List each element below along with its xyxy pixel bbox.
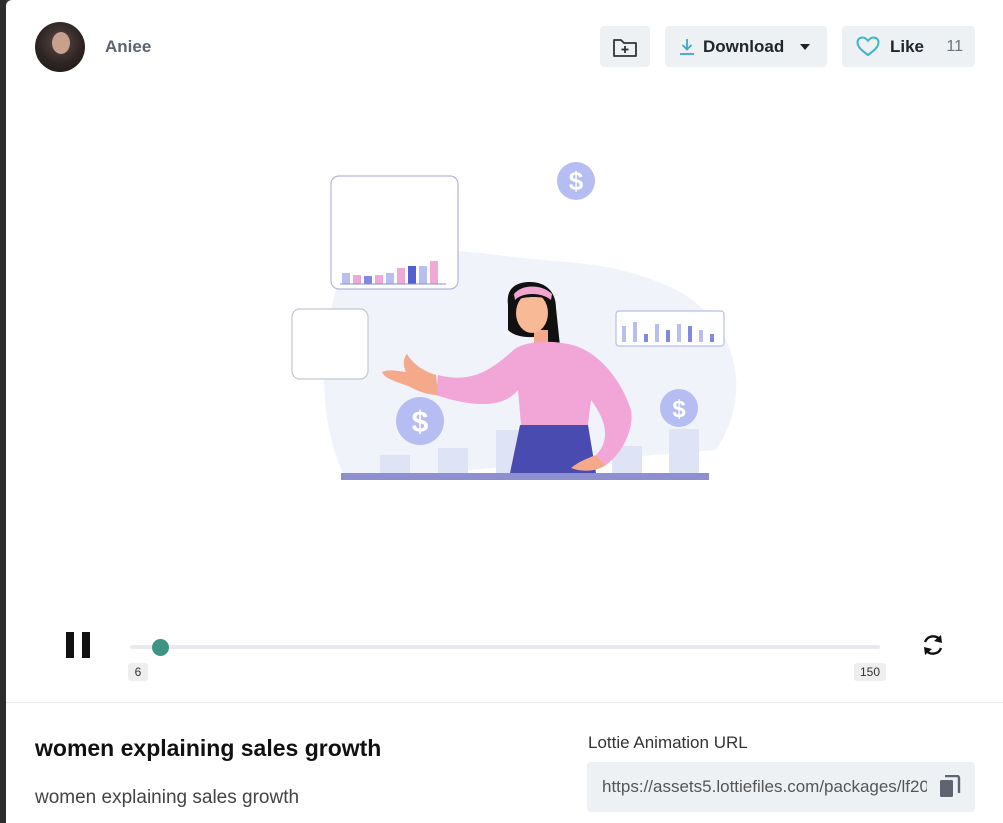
loop-icon[interactable]: [920, 632, 946, 658]
author-avatar[interactable]: [35, 22, 85, 72]
lottie-url-field[interactable]: https://assets5.lottiefiles.com/packages…: [587, 762, 975, 812]
animation-modal: Aniee Download Like 11 $ $ $ 6 150 women…: [6, 0, 1003, 823]
svg-text:$: $: [569, 166, 584, 196]
save-to-folder-button[interactable]: [600, 26, 650, 67]
like-label: Like: [890, 36, 925, 56]
lottie-url-value[interactable]: https://assets5.lottiefiles.com/packages…: [602, 777, 927, 797]
pause-button[interactable]: [66, 632, 90, 658]
chevron-down-icon[interactable]: [800, 43, 811, 50]
animation-title: women explaining sales growth: [35, 735, 382, 761]
copy-icon[interactable]: [939, 775, 961, 799]
download-button[interactable]: Download: [665, 26, 827, 67]
author-name[interactable]: Aniee: [105, 37, 151, 57]
svg-text:$: $: [672, 396, 686, 423]
seek-thumb[interactable]: [151, 639, 169, 656]
seek-track[interactable]: [130, 645, 880, 649]
total-frames-badge: 150: [854, 663, 886, 681]
animation-preview: $ $ $: [291, 162, 737, 480]
animation-description: women explaining sales growth: [35, 787, 300, 808]
download-label: Download: [703, 36, 785, 56]
download-icon: [680, 38, 694, 55]
current-frame-badge: 6: [128, 663, 148, 681]
section-divider: [6, 702, 1003, 703]
like-button[interactable]: Like 11: [842, 26, 975, 67]
heart-icon: [856, 36, 880, 57]
url-label: Lottie Animation URL: [588, 733, 748, 752]
like-count: 11: [946, 37, 963, 55]
svg-text:$: $: [412, 406, 429, 439]
folder-plus-icon: [613, 38, 637, 57]
